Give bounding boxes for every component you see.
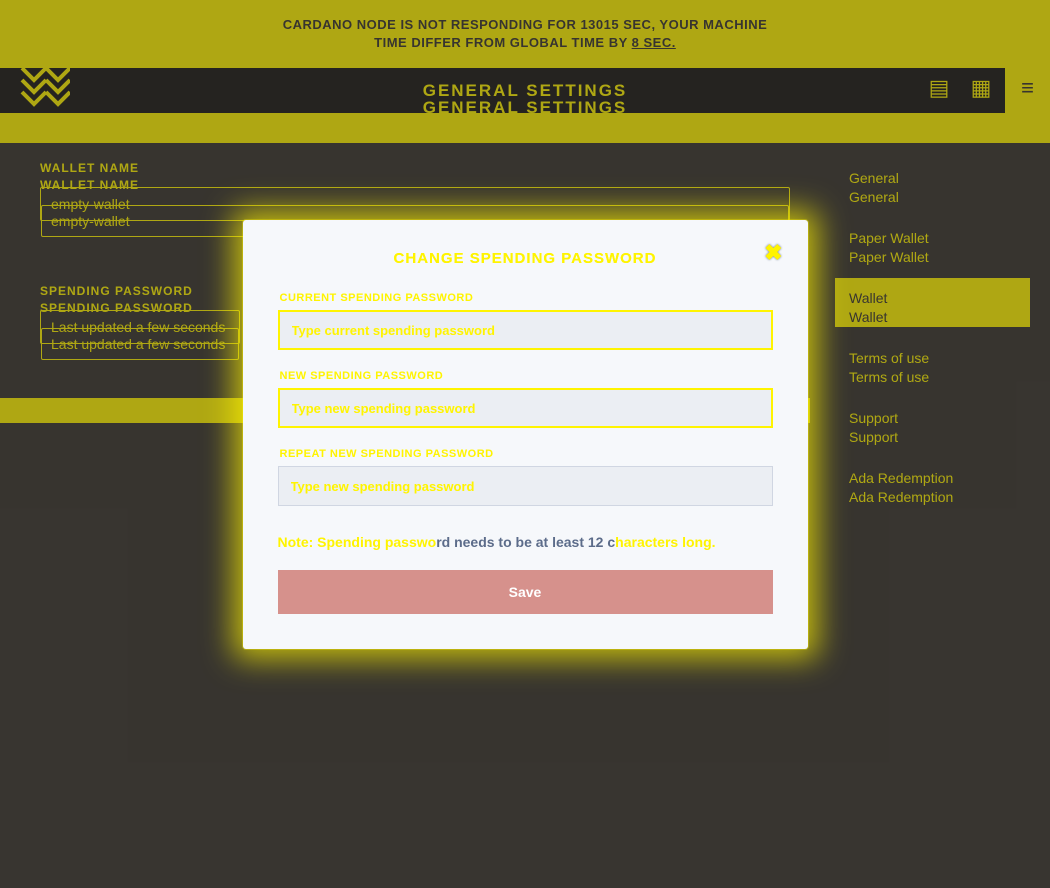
modal-title: CHANGE SPENDING PASSWORD	[278, 250, 773, 267]
modal-backdrop: ✖ CHANGE SPENDING PASSWORD CURRENT SPEND…	[0, 0, 1050, 888]
new-password-label: NEW SPENDING PASSWORD	[280, 370, 773, 382]
password-note: Note: Spending password needs to be at l…	[278, 534, 773, 550]
save-button[interactable]: Save	[278, 570, 773, 614]
repeat-password-label: REPEAT NEW SPENDING PASSWORD	[280, 448, 773, 460]
close-icon[interactable]: ✖	[764, 240, 782, 266]
repeat-password-input[interactable]	[278, 466, 773, 506]
current-password-input[interactable]	[278, 310, 773, 350]
change-password-modal: ✖ CHANGE SPENDING PASSWORD CURRENT SPEND…	[243, 220, 808, 649]
new-password-input[interactable]	[278, 388, 773, 428]
current-password-label: CURRENT SPENDING PASSWORD	[280, 292, 773, 304]
